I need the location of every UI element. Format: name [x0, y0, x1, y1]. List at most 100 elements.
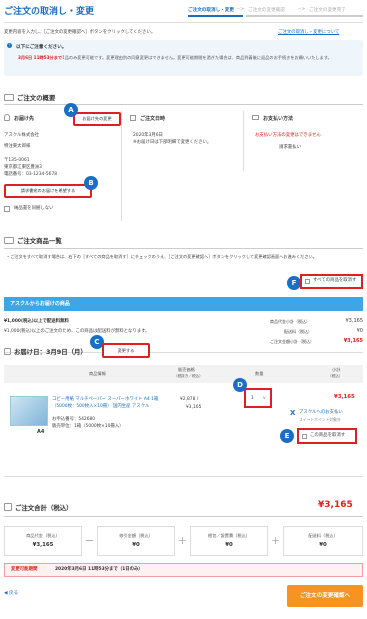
product-row: A4 コピー用紙 マルチペーパー スーパーホワイト A4 1箱（5000枚：50… [4, 386, 363, 474]
deadline-label: 変更可能期間 [11, 567, 38, 572]
step-arrow-1: --> [237, 7, 245, 12]
step-2: ご注文の変更確認 [248, 8, 285, 13]
delivery-company: アスクル株式会社 [4, 133, 39, 138]
cancel-all-label: すべての商品を取消す [313, 278, 357, 283]
marker-a: A [64, 103, 78, 117]
home-icon [4, 114, 10, 121]
cancel-item-checkbox[interactable] [302, 434, 307, 439]
price-in-tax: ¥3,165 [186, 405, 202, 410]
step-bar-inactive [246, 15, 363, 17]
product-unit: 販売単位：1箱（5000枚×10冊入） [52, 424, 124, 429]
deadline-value: 2020年3月6日 11時53分まで（1日のみ） [55, 567, 143, 572]
col-price-sub: （税抜き／税込） [174, 374, 203, 378]
confirm-change-button[interactable]: ご注文の変更確認へ [287, 585, 363, 607]
total-box-product: 商品代金（税込） ¥3,165 [4, 526, 82, 556]
info-icon: ! [7, 43, 12, 48]
divider [4, 104, 363, 105]
cancel-all-checkbox[interactable] [305, 279, 310, 284]
total-value: ¥3,165 [318, 500, 353, 510]
change-address-button[interactable]: お届け先の変更 [73, 112, 121, 126]
date-note: ※お届け日は下部明細で変更ください。 [133, 140, 212, 145]
product-thumb-label: A4 [37, 429, 45, 435]
order-subtotal-label: ご注文金額小計（税込） [270, 339, 314, 344]
deadline-box: 変更可能期間 2020年3月6日 11時53分まで（1日のみ） [4, 563, 363, 577]
page-title: ご注文の取消し・変更 [4, 7, 95, 17]
back-link[interactable]: ◀ 戻る [4, 590, 18, 596]
overview-title: ご注文の概要 [4, 93, 55, 102]
col-qty: 数量 [255, 371, 264, 376]
calendar-icon [4, 348, 11, 355]
notice-text: 1品のみ変更可能です。変更理由別の同意変更はできません。変更可能期間を過ぎた場合… [62, 55, 332, 60]
step-arrow-2: --> [298, 7, 306, 12]
askul-logo-icon: X [290, 409, 296, 417]
minus-icon: ー [85, 537, 95, 547]
delivery-postal: 〒135-0061 [4, 158, 30, 163]
receipt-checkbox[interactable] [4, 206, 10, 212]
notice-title: 以下にご注意ください。 [16, 45, 67, 50]
notice-deadline: 3月6日 11時53分まで [18, 55, 63, 60]
separate-delivery-button[interactable]: 請求書宛のお届けを希望する [4, 184, 92, 198]
total-title: ご注文合計（税込） [4, 503, 73, 512]
free-shipping-note: ¥1,000(税込)以上のご注文のため、この商品は配送料が無料となります。 [4, 329, 150, 334]
change-day-button[interactable]: 変更する [102, 343, 150, 358]
delivery-column: お届け先 お届け先の変更 アスクル株式会社 特注東太郎様 〒135-0061 東… [4, 111, 122, 221]
box-icon [4, 237, 14, 244]
marker-e: E [280, 429, 294, 443]
total-box-packing: 梱包／設置費（税込） ¥0 [190, 526, 268, 556]
plus-icon: ＋ [271, 537, 281, 547]
delivery-person: 特注東太郎様 [4, 144, 31, 149]
cancel-item-box[interactable]: この商品を取消す [297, 428, 357, 444]
items-title: ご注文商品一覧 [4, 236, 62, 245]
price-ex-tax: ¥2,878 / [180, 397, 199, 402]
payment-method: 請求書払い [279, 145, 301, 150]
chevron-down-icon: v [263, 396, 266, 401]
item-subtotal: ¥3,165 [334, 394, 355, 400]
marker-f: F [287, 276, 301, 290]
step-1: ご注文の取消し・変更 [188, 8, 234, 13]
step-3: ご注文の変更完了 [309, 8, 346, 13]
quantity-value: 1 [251, 396, 254, 401]
delivery-day: お届け日：3月9日（月） [4, 347, 87, 356]
payment-head: お支払い方法 [263, 116, 294, 122]
payment-column: お支払い方法 お支払い方法の変更はできません 請求書払い [248, 111, 363, 171]
product-name-link[interactable]: コピー用紙 マルチペーパー スーパーホワイト A4 1箱（5000枚：500枚入… [52, 396, 170, 410]
notice-box: ! 以下にご注意ください。 3月6日 11時53分まで1品のみ変更可能です。変更… [4, 40, 363, 76]
free-shipping-title: ¥1,000(税込)以上で配送料無料 [4, 319, 69, 324]
cancel-all-box[interactable]: すべての商品を取消す [300, 274, 363, 289]
calendar-icon [130, 115, 136, 121]
col-info: 商品情報 [89, 371, 106, 376]
date-head: ご注文日時 [140, 116, 166, 122]
items-note: ・ご注文をすべて取消す場合は、右下の［すべての商品を取消す］にチェックのうえ、［… [6, 254, 317, 259]
pay-note: アスクルへのお支払い [299, 410, 343, 415]
quantity-select-box[interactable]: 1 v [244, 388, 272, 408]
order-date: 2020年3月6日 [133, 133, 163, 138]
cancel-info-link[interactable]: ご注文の取消し・変更について [278, 29, 339, 35]
notice-body: 3月6日 11時53分まで1品のみ変更可能です。変更理由別の同意変更はできません… [18, 54, 358, 61]
supplier-banner: アスクルからお届けの商品 [4, 297, 363, 311]
cancel-item-label: この商品を取消す [310, 433, 346, 438]
col-price: 販売価格 [178, 367, 195, 372]
register-icon [4, 503, 12, 511]
receipt-checkbox-label: 納品書を同梱しない [14, 206, 54, 211]
divider [4, 248, 363, 249]
delivery-head: お届け先 [14, 116, 35, 122]
divider [4, 476, 363, 477]
delivery-phone: 電話番号：03-1234-5678 [4, 172, 58, 177]
marker-d: D [233, 378, 247, 392]
divider [4, 22, 363, 23]
total-box-shipping: 配送料（税込） ¥0 [283, 526, 363, 556]
step-bar-active [188, 15, 243, 17]
date-column: ご注文日時 2020年3月6日 ※お届け日は下部明細で変更ください。 [126, 111, 244, 171]
total-breakdown: 商品代金（税込） ¥3,165 ー 修引金額（税込） ¥0 ＋ 梱包／設置費（税… [4, 526, 363, 556]
subtotal-label: 商品代金小計（税込） [270, 319, 310, 324]
points-note: スイートポイント対象外 [299, 417, 341, 422]
shipping-label: 配送料（税込） [284, 329, 312, 334]
truck-icon [4, 94, 14, 101]
shipping-value: ¥0 [356, 328, 363, 334]
delivery-address: 東京都江東区豊洲3 [4, 165, 42, 170]
subtotal-value: ¥3,165 [345, 318, 364, 324]
product-thumbnail[interactable] [10, 396, 48, 426]
subtotal-block: 商品代金小計（税込） ¥3,165 配送料（税込） ¥0 ご注文金額小計（税込）… [270, 318, 363, 348]
payment-warning: お支払い方法の変更はできません [255, 133, 321, 138]
col-sub: 小計 [332, 367, 341, 372]
